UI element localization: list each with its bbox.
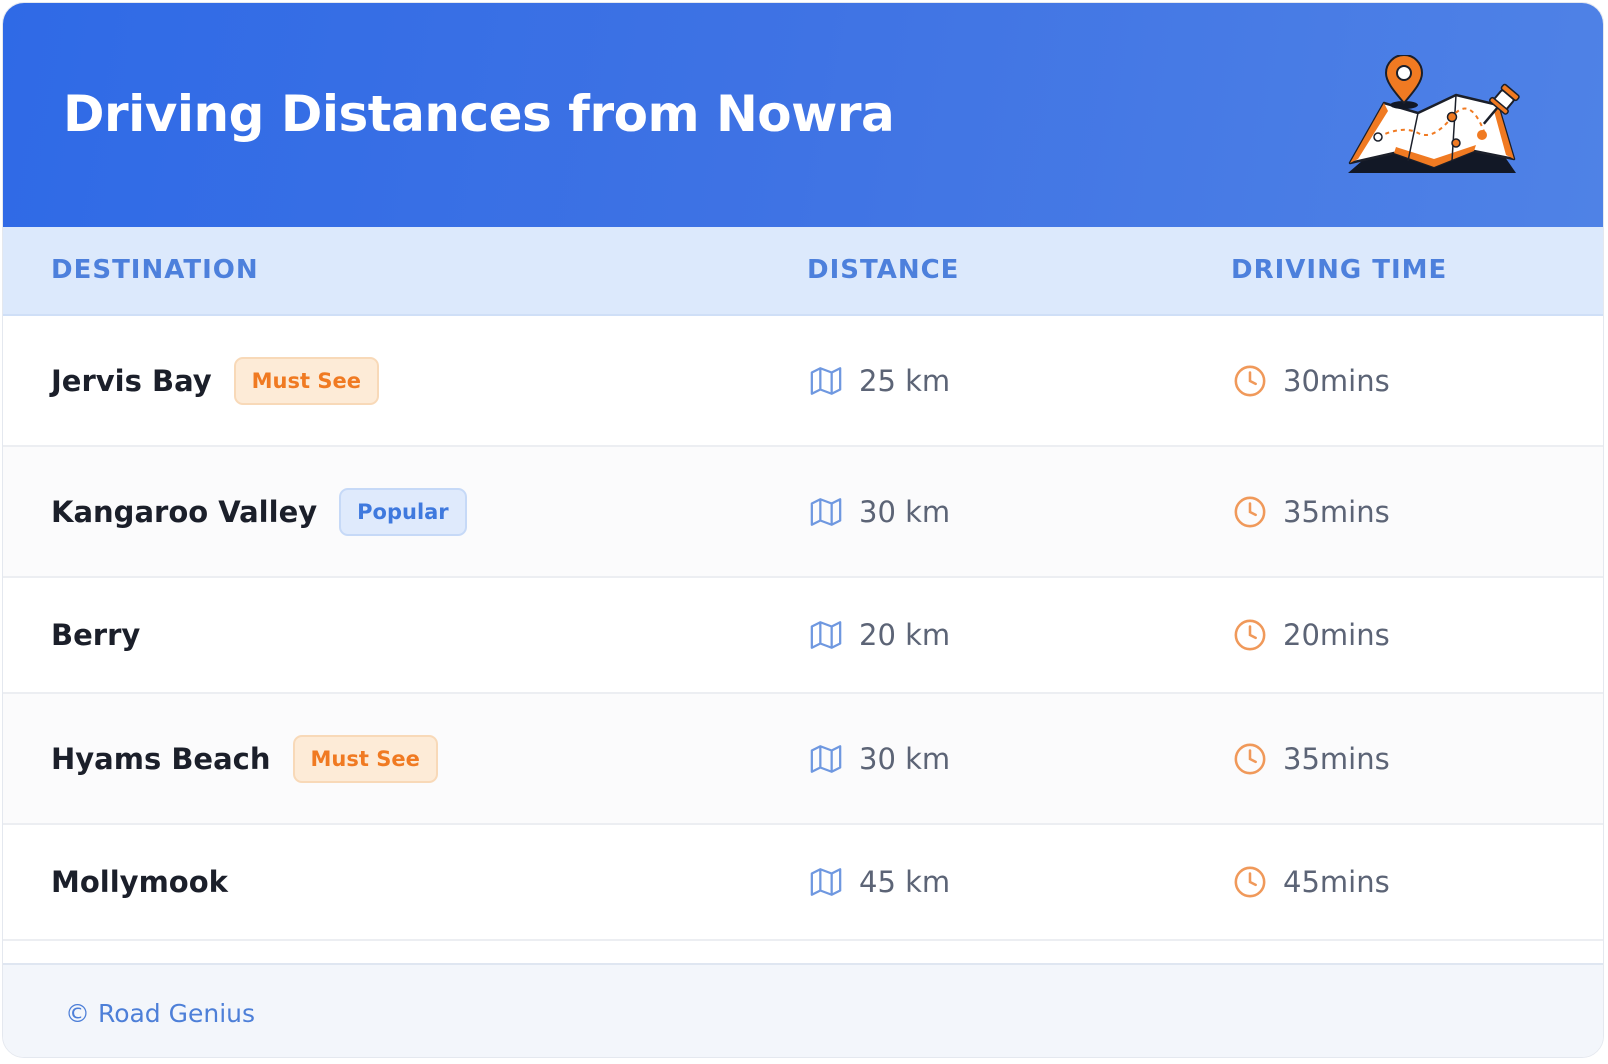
driving-time-value: 20mins [1283, 618, 1390, 652]
must-see-badge: Must See [233, 356, 379, 405]
column-header-destination: DESTINATION [51, 255, 259, 285]
distance-cell: 30 km [809, 495, 950, 529]
distance-cell: 30 km [809, 742, 950, 776]
table-body: Jervis Bay Must See 25 km 30mins Kangaro… [3, 316, 1603, 941]
destination-cell: Mollymook [51, 865, 228, 899]
clock-icon [1233, 742, 1267, 776]
distance-value: 30 km [859, 741, 951, 776]
destination-cell: Berry [51, 618, 140, 652]
map-icon [809, 495, 843, 529]
driving-time-cell: 20mins [1233, 618, 1390, 652]
driving-time-cell: 30mins [1233, 364, 1390, 398]
driving-time-value: 30mins [1283, 363, 1390, 398]
clock-icon [1233, 495, 1267, 529]
driving-time-value: 35mins [1283, 741, 1390, 776]
map-icon [809, 865, 843, 899]
destination-name: Berry [51, 618, 141, 652]
driving-time-cell: 35mins [1233, 742, 1390, 776]
driving-time-cell: 35mins [1233, 495, 1390, 529]
clock-icon [1233, 618, 1267, 652]
driving-time-value: 45mins [1283, 865, 1390, 899]
table-header: DESTINATION DISTANCE DRIVING TIME [3, 227, 1603, 316]
map-with-pins-icon [1348, 55, 1520, 173]
map-icon [809, 742, 843, 776]
card-footer: © Road Genius [3, 963, 1603, 1057]
distance-value: 30 km [859, 494, 951, 529]
popular-badge: Popular [339, 487, 467, 536]
table-row: Hyams Beach Must See 30 km 35mins [3, 694, 1603, 825]
distance-value: 45 km [859, 865, 951, 899]
table-row: Jervis Bay Must See 25 km 30mins [3, 316, 1603, 447]
table-row: Kangaroo Valley Popular 30 km 35mins [3, 447, 1603, 578]
destination-cell: Kangaroo Valley Popular [51, 487, 467, 536]
distance-cell: 20 km [809, 618, 950, 652]
clock-icon [1233, 364, 1267, 398]
page-title: Driving Distances from Nowra [63, 85, 895, 143]
map-icon [809, 364, 843, 398]
destination-name: Mollymook [51, 865, 228, 899]
column-header-driving-time: DRIVING TIME [1231, 255, 1448, 285]
column-header-distance: DISTANCE [807, 255, 960, 285]
distance-card: Driving Distances from Nowra DESTINATION… [2, 2, 1604, 1058]
driving-time-value: 35mins [1283, 494, 1390, 529]
distance-value: 25 km [859, 363, 951, 398]
map-icon [809, 618, 843, 652]
must-see-badge: Must See [292, 734, 438, 783]
destination-cell: Hyams Beach Must See [51, 734, 438, 783]
distance-value: 20 km [859, 618, 951, 652]
card-header: Driving Distances from Nowra [3, 3, 1603, 227]
driving-time-cell: 45mins [1233, 865, 1390, 899]
destination-name: Hyams Beach [51, 741, 271, 776]
destination-name: Kangaroo Valley [51, 494, 318, 529]
destination-cell: Jervis Bay Must See [51, 356, 379, 405]
table-row: Mollymook 45 km 45mins [3, 825, 1603, 941]
table-row: Berry 20 km 20mins [3, 578, 1603, 694]
distance-cell: 25 km [809, 364, 950, 398]
footer-credit: © Road Genius [65, 999, 256, 1028]
distance-cell: 45 km [809, 865, 950, 899]
clock-icon [1233, 865, 1267, 899]
destination-name: Jervis Bay [51, 363, 212, 398]
